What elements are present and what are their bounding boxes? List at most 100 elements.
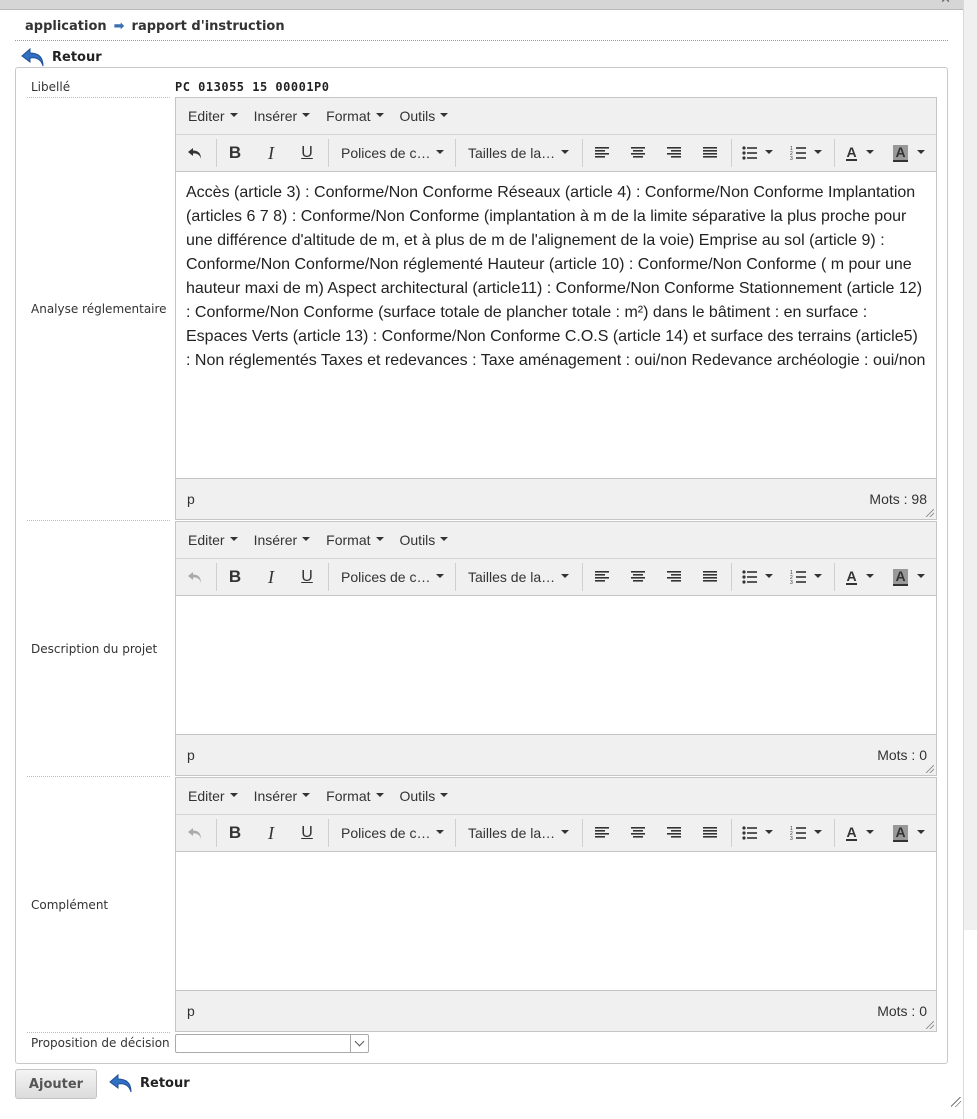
insert-menu[interactable]: Insérer	[246, 532, 319, 548]
text-color-button[interactable]: A	[837, 815, 883, 851]
align-left-button[interactable]	[585, 135, 619, 171]
insert-menu[interactable]: Insérer	[246, 788, 319, 804]
divider	[27, 776, 170, 777]
editor-toolbar: B I U Polices de c… Tailles de la… 1 2 3 A A	[176, 559, 936, 596]
font-size-dropdown[interactable]: Tailles de la…	[458, 815, 586, 851]
tools-menu[interactable]: Outils	[392, 108, 457, 124]
undo-button[interactable]	[178, 559, 212, 595]
toolbar-separator	[216, 139, 217, 167]
bold-button[interactable]: B	[218, 815, 252, 851]
editor-content[interactable]: Accès (article 3) : Conforme/Non Conform…	[176, 172, 936, 478]
align-left-button[interactable]	[585, 559, 619, 595]
menu-label: Format	[326, 788, 371, 804]
caret-down-icon	[375, 537, 384, 541]
bold-button[interactable]: B	[218, 559, 252, 595]
italic-icon: I	[268, 566, 274, 587]
element-path[interactable]: p	[187, 491, 195, 507]
bullet-list-button[interactable]	[734, 135, 780, 171]
italic-icon: I	[268, 822, 274, 843]
edit-menu[interactable]: Editer	[180, 108, 246, 124]
chevron-down-icon[interactable]	[350, 1035, 368, 1052]
italic-button[interactable]: I	[254, 815, 288, 851]
align-justify-icon	[701, 144, 719, 162]
underline-icon: U	[301, 568, 313, 585]
insert-menu[interactable]: Insérer	[246, 108, 319, 124]
menu-label: Insérer	[253, 788, 298, 804]
element-path[interactable]: p	[187, 747, 195, 763]
align-center-button[interactable]	[621, 135, 655, 171]
align-right-button[interactable]	[657, 135, 691, 171]
caret-down-icon	[765, 150, 773, 154]
proposition-select[interactable]	[175, 1034, 369, 1053]
underline-button[interactable]: U	[290, 135, 324, 171]
numbered-list-button[interactable]: 123	[783, 559, 829, 595]
menu-label: Outils	[399, 788, 436, 804]
edit-menu[interactable]: Editer	[180, 532, 246, 548]
add-button[interactable]: Ajouter	[15, 1069, 97, 1099]
align-center-icon	[629, 568, 647, 586]
menu-label: Insérer	[253, 532, 298, 548]
toolbar-separator	[731, 139, 732, 167]
text-color-button[interactable]: A	[837, 559, 883, 595]
back-link-top[interactable]: Retour	[20, 46, 102, 68]
element-path[interactable]: p	[187, 1003, 195, 1019]
breadcrumb-current: rapport d'instruction	[131, 19, 285, 34]
close-icon[interactable]: ✕	[940, 0, 951, 7]
bold-button[interactable]: B	[218, 135, 252, 171]
align-center-button[interactable]	[621, 815, 655, 851]
align-justify-button[interactable]	[693, 559, 727, 595]
font-family-dropdown[interactable]: Polices de c…	[331, 135, 461, 171]
resize-grip-icon[interactable]	[926, 765, 934, 773]
editor-content[interactable]	[176, 596, 936, 734]
align-right-button[interactable]	[657, 815, 691, 851]
format-menu[interactable]: Format	[318, 788, 391, 804]
bold-icon: B	[228, 143, 242, 162]
text-color-button[interactable]: A	[837, 135, 883, 171]
bullet-list-button[interactable]	[734, 815, 780, 851]
italic-button[interactable]: I	[254, 135, 288, 171]
tools-menu[interactable]: Outils	[392, 788, 457, 804]
numbered-list-icon: 123	[790, 824, 808, 842]
background-color-button[interactable]: A	[886, 559, 932, 595]
tools-menu[interactable]: Outils	[392, 532, 457, 548]
edit-menu[interactable]: Editer	[180, 788, 246, 804]
italic-button[interactable]: I	[254, 559, 288, 595]
align-center-button[interactable]	[621, 559, 655, 595]
menu-label: Editer	[188, 788, 225, 804]
font-size-dropdown[interactable]: Tailles de la…	[458, 135, 586, 171]
numbered-list-button[interactable]: 123	[783, 815, 829, 851]
undo-button[interactable]	[178, 815, 212, 851]
window-resize-grip[interactable]	[951, 1097, 961, 1107]
background-color-button[interactable]: A	[886, 815, 932, 851]
caret-down-icon	[916, 830, 925, 834]
editor-content[interactable]	[176, 852, 936, 990]
toolbar-separator	[455, 139, 456, 167]
caret-down-icon	[814, 830, 822, 834]
undo-button[interactable]	[178, 135, 212, 171]
align-left-button[interactable]	[585, 815, 619, 851]
resize-grip-icon[interactable]	[926, 509, 934, 517]
numbered-list-button[interactable]: 123	[783, 135, 829, 171]
align-justify-button[interactable]	[693, 135, 727, 171]
underline-button[interactable]: U	[290, 815, 324, 851]
caret-down-icon	[916, 574, 925, 578]
format-menu[interactable]: Format	[318, 108, 391, 124]
align-justify-button[interactable]	[693, 815, 727, 851]
back-link-bottom[interactable]: Retour	[108, 1072, 190, 1094]
align-right-button[interactable]	[657, 559, 691, 595]
libelle-value: PC 013055 15 00001P0	[175, 80, 330, 94]
libelle-label: Libellé	[31, 80, 71, 94]
format-menu[interactable]: Format	[318, 532, 391, 548]
menu-label: Outils	[399, 108, 436, 124]
font-family-dropdown[interactable]: Polices de c…	[331, 559, 461, 595]
resize-grip-icon[interactable]	[926, 1021, 934, 1029]
bullet-list-button[interactable]	[734, 559, 780, 595]
font-family-dropdown[interactable]: Polices de c…	[331, 815, 461, 851]
font-family-label: Polices de c…	[341, 569, 431, 585]
underline-button[interactable]: U	[290, 559, 324, 595]
bullet-list-icon	[741, 568, 759, 586]
background-color-button[interactable]: A	[886, 135, 932, 171]
text-color-icon: A	[846, 568, 857, 585]
font-size-dropdown[interactable]: Tailles de la…	[458, 559, 586, 595]
editor-menubar: Editer Insérer Format Outils	[176, 778, 936, 815]
